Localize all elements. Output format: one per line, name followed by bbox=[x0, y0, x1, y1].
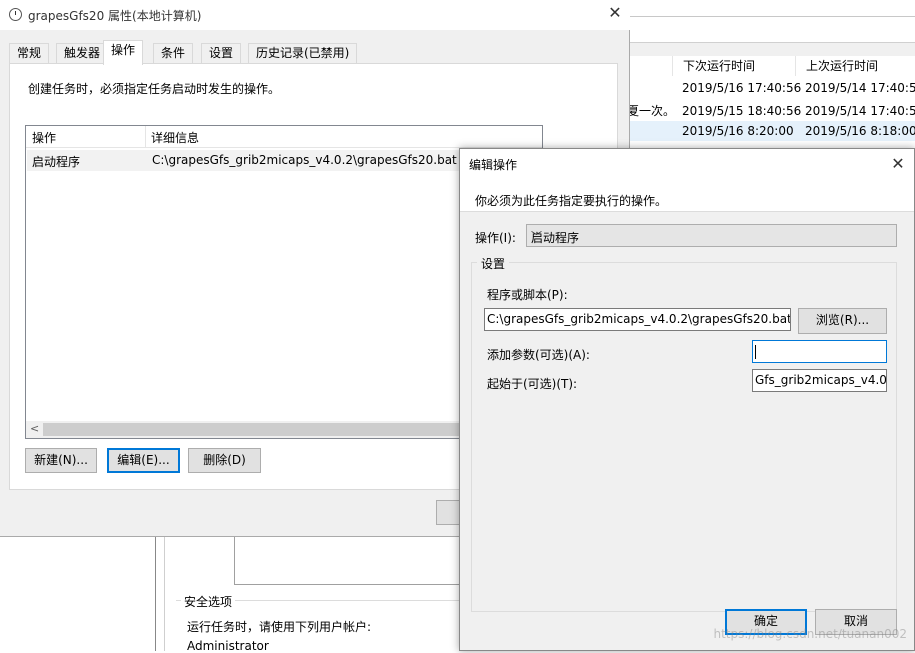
panel-edge bbox=[630, 42, 915, 56]
arguments-input[interactable] bbox=[752, 340, 887, 363]
close-icon[interactable]: ✕ bbox=[888, 154, 908, 174]
details-box bbox=[234, 537, 460, 585]
tab-triggers[interactable]: 触发器 bbox=[56, 43, 109, 64]
action-select[interactable]: 启动程序 ﹀ bbox=[526, 224, 897, 247]
actions-description: 创建任务时，必须指定任务启动时发生的操作。 bbox=[28, 82, 281, 96]
divider bbox=[164, 537, 165, 651]
new-action-button[interactable]: 新建(N)... bbox=[25, 448, 97, 473]
task-row-selected[interactable]: 2019/5/16 8:20:00 2019/5/16 8:18:00 bbox=[630, 121, 915, 141]
dialog-title: 编辑操作 bbox=[469, 158, 518, 172]
action-type: 启动程序 bbox=[32, 155, 81, 169]
action-label: 操作(I): bbox=[475, 231, 516, 245]
tab-history[interactable]: 历史记录(已禁用) bbox=[248, 43, 358, 64]
watermark: https://blog.csdn.net/tuanan002 bbox=[713, 627, 908, 641]
tab-settings[interactable]: 设置 bbox=[201, 43, 242, 64]
tab-general[interactable]: 常规 bbox=[9, 43, 50, 64]
column-header-action[interactable]: 操作 bbox=[32, 129, 56, 146]
tab-conditions[interactable]: 条件 bbox=[153, 43, 194, 64]
window-title: grapesGfs20 属性(本地计算机) bbox=[28, 9, 202, 23]
task-row[interactable]: 夏一次。 2019/5/15 18:40:56 2019/5/14 17:40:… bbox=[627, 101, 915, 121]
task-list-header: 下次运行时间 上次运行时间 bbox=[672, 56, 915, 76]
column-header-details[interactable]: 详细信息 bbox=[151, 129, 199, 146]
actions-list-header: 操作 详细信息 bbox=[26, 126, 542, 148]
task-row-trigger-text: 夏一次。 bbox=[627, 104, 676, 118]
dialog-header-area: 你必须为此任务指定要执行的操作。 bbox=[460, 179, 914, 212]
program-input[interactable]: C:\grapesGfs_grib2micaps_v4.0.2\grapesGf… bbox=[484, 308, 791, 331]
column-separator[interactable] bbox=[145, 126, 146, 148]
task-row-last-run: 2019/5/14 17:40:56 bbox=[805, 81, 915, 95]
program-label: 程序或脚本(P): bbox=[487, 288, 568, 302]
task-row-last-run: 2019/5/14 17:40:56 bbox=[805, 104, 915, 118]
clock-icon bbox=[9, 8, 22, 21]
security-options-title: 安全选项 bbox=[181, 593, 236, 610]
column-header-last-run[interactable]: 上次运行时间 bbox=[795, 56, 915, 76]
settings-title: 设置 bbox=[477, 255, 510, 272]
edit-action-button[interactable]: 编辑(E)... bbox=[107, 448, 180, 473]
text-caret bbox=[755, 345, 756, 359]
task-row[interactable]: 2019/5/16 17:40:56 2019/5/14 17:40:56 bbox=[630, 78, 915, 98]
start-in-input[interactable]: Gfs_grib2micaps_v4.0.2 bbox=[752, 369, 887, 392]
task-row-next-run: 2019/5/15 18:40:56 bbox=[682, 104, 802, 118]
start-in-label: 起始于(可选)(T): bbox=[487, 377, 578, 391]
title-bar[interactable]: 编辑操作 ✕ bbox=[460, 149, 914, 179]
task-row-next-run: 2019/5/16 17:40:56 bbox=[682, 81, 802, 95]
action-details: C:\grapesGfs_grib2micaps_v4.0.2\grapesGf… bbox=[152, 153, 457, 167]
title-bar[interactable]: grapesGfs20 属性(本地计算机) ✕ bbox=[0, 0, 630, 30]
close-icon[interactable]: ✕ bbox=[605, 3, 625, 23]
delete-action-button[interactable]: 删除(D) bbox=[188, 448, 261, 473]
browse-button[interactable]: 浏览(R)... bbox=[798, 308, 887, 334]
task-row-last-run: 2019/5/16 8:18:00 bbox=[805, 124, 915, 138]
edit-action-dialog: 编辑操作 ✕ 你必须为此任务指定要执行的操作。 操作(I): 启动程序 ﹀ 设置… bbox=[459, 148, 915, 651]
run-as-label: 运行任务时，请使用下列用户帐户: bbox=[187, 620, 372, 634]
scrollbar-thumb[interactable] bbox=[43, 423, 483, 436]
arguments-label: 添加参数(可选)(A): bbox=[487, 348, 590, 362]
dialog-description: 你必须为此任务指定要执行的操作。 bbox=[475, 194, 668, 208]
chevron-left-icon[interactable]: < bbox=[30, 422, 39, 435]
tab-actions[interactable]: 操作 bbox=[103, 40, 144, 65]
chevron-down-icon: ﹀ bbox=[531, 230, 542, 243]
column-header-next-run[interactable]: 下次运行时间 bbox=[672, 56, 795, 76]
task-row-next-run: 2019/5/16 8:20:00 bbox=[682, 124, 794, 138]
divider bbox=[630, 16, 915, 17]
ok-button-partial[interactable] bbox=[436, 500, 460, 525]
